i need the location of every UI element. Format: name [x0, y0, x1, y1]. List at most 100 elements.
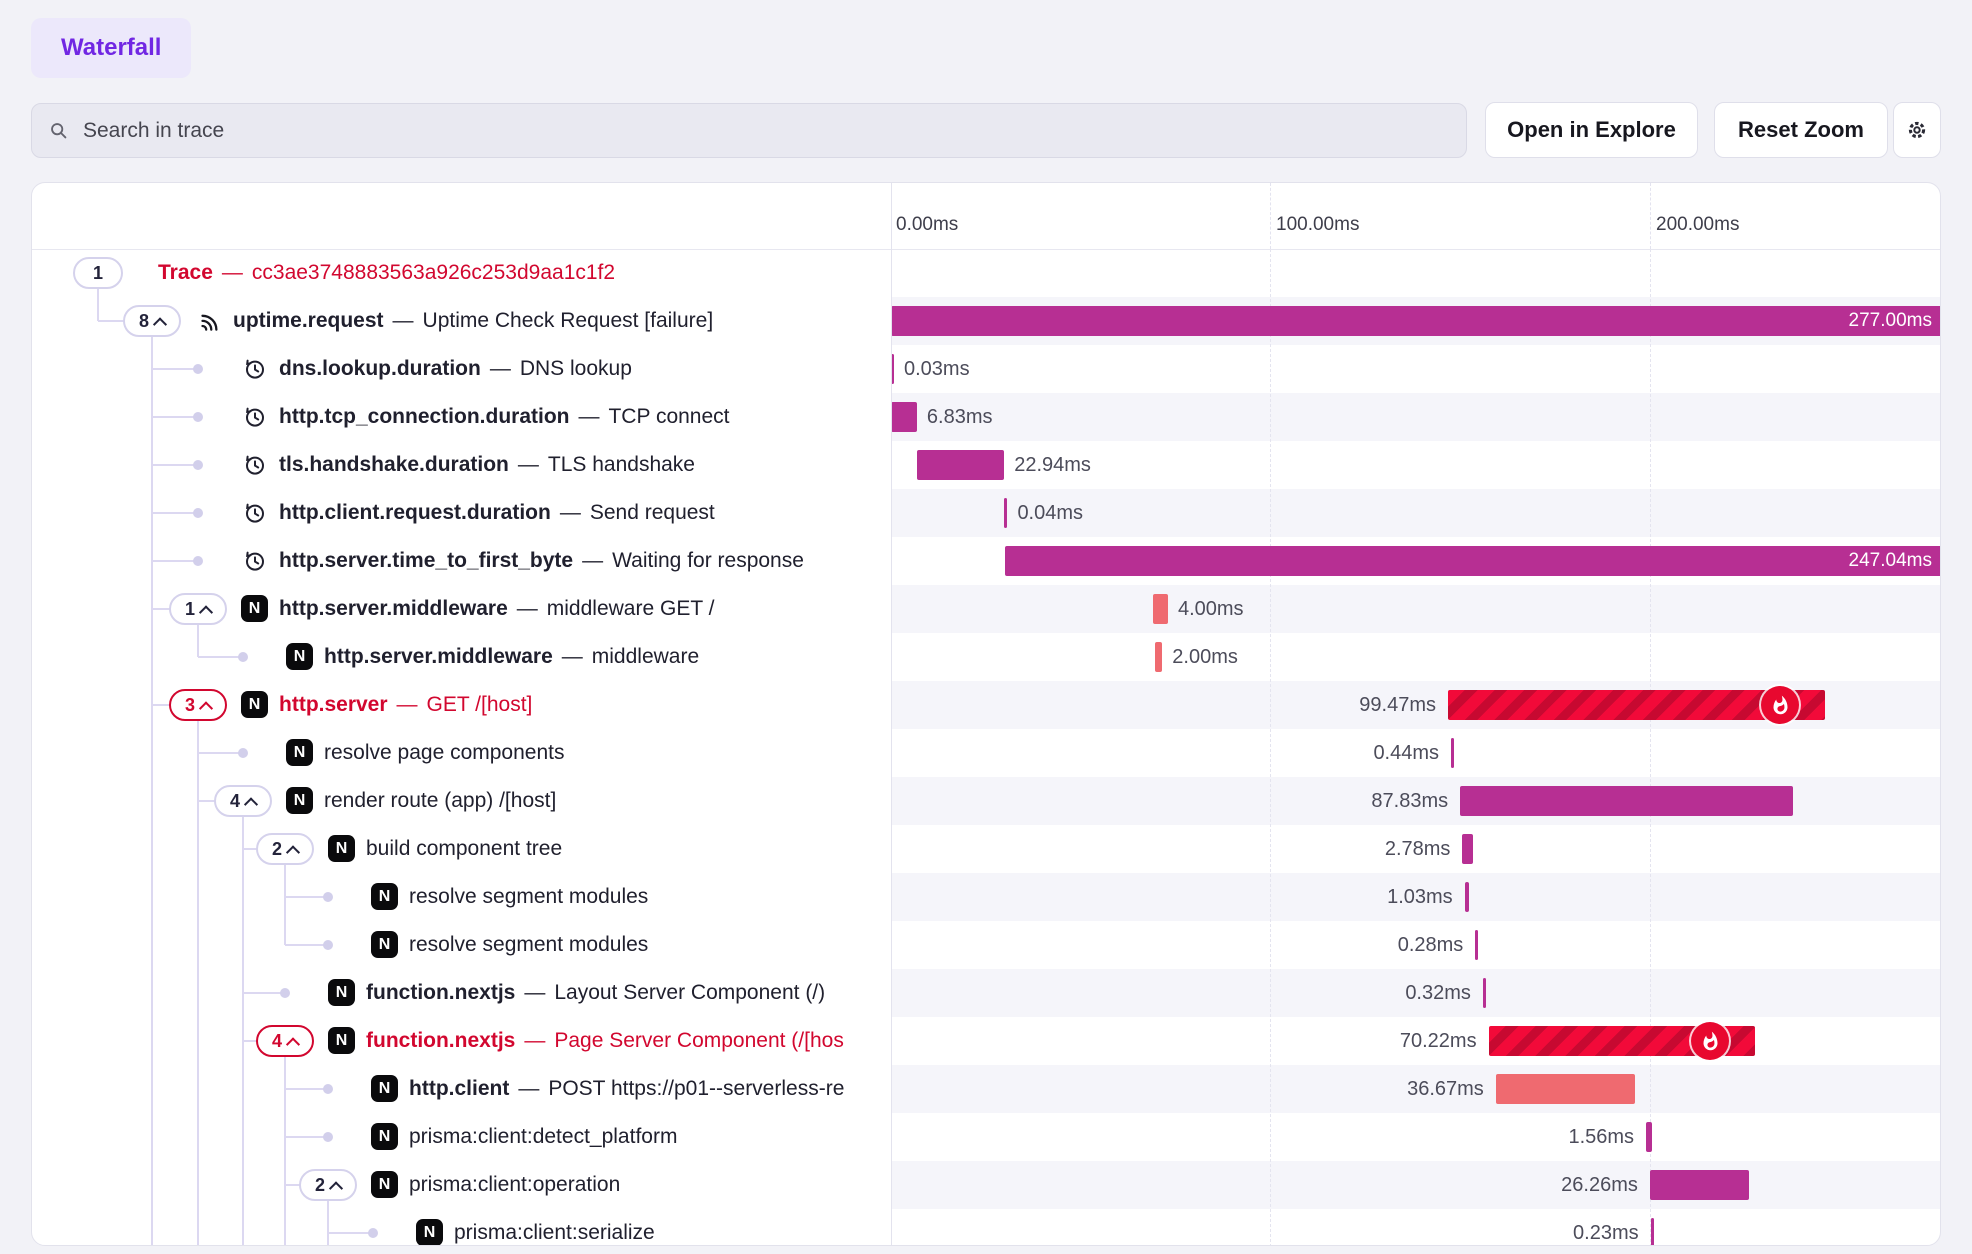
- span-bar[interactable]: [1004, 498, 1007, 528]
- span-bar[interactable]: [1155, 642, 1163, 672]
- span-row[interactable]: 4Nrender route (app) /[host] 87.83ms: [32, 777, 1940, 825]
- search-icon: [48, 120, 70, 142]
- tree-dot: [368, 1228, 378, 1238]
- span-row[interactable]: dns.lookup.duration—DNS lookup0.03ms: [32, 345, 1940, 393]
- span-name: prisma:client:detect_platform: [409, 1125, 677, 1149]
- span-label: resolve page components: [324, 729, 565, 777]
- search-input-container[interactable]: [31, 103, 1467, 158]
- span-row[interactable]: 8 uptime.request—Uptime Check Request [fa…: [32, 297, 1940, 345]
- span-row[interactable]: Nhttp.server.middleware—middleware2.00ms: [32, 633, 1940, 681]
- open-in-explore-button[interactable]: Open in Explore: [1485, 102, 1698, 158]
- span-row-label-cell: 4Nrender route (app) /[host]: [32, 777, 891, 825]
- tree-dot: [193, 364, 203, 374]
- expand-pill[interactable]: 2: [299, 1169, 357, 1201]
- span-bar[interactable]: 277.00ms: [891, 306, 1941, 336]
- span-description: middleware GET /: [547, 597, 715, 621]
- span-bar[interactable]: [1448, 690, 1825, 720]
- span-bar[interactable]: [1646, 1122, 1652, 1152]
- span-row[interactable]: Nresolve segment modules1.03ms: [32, 873, 1940, 921]
- span-bar[interactable]: [891, 402, 917, 432]
- reset-zoom-button[interactable]: Reset Zoom: [1714, 102, 1888, 158]
- span-row[interactable]: 2Nbuild component tree2.78ms: [32, 825, 1940, 873]
- span-row[interactable]: Nresolve page components0.44ms: [32, 729, 1940, 777]
- span-name: http.tcp_connection.duration: [279, 405, 569, 429]
- span-name: http.client: [409, 1077, 509, 1101]
- span-row[interactable]: 2Nprisma:client:operation26.26ms: [32, 1161, 1940, 1209]
- span-row[interactable]: Nprisma:client:serialize0.23ms: [32, 1209, 1940, 1246]
- span-label: render route (app) /[host]: [324, 777, 556, 825]
- span-row[interactable]: http.tcp_connection.duration—TCP connect…: [32, 393, 1940, 441]
- span-name: function.nextjs: [366, 981, 515, 1005]
- span-label: prisma:client:detect_platform: [409, 1113, 677, 1161]
- nextjs-icon: N: [241, 691, 268, 718]
- span-timeline-cell: 87.83ms: [891, 777, 1940, 825]
- span-label: function.nextjs—Layout Server Component …: [366, 969, 825, 1017]
- duration-label: 0.04ms: [1017, 489, 1083, 537]
- span-row[interactable]: http.client.request.duration—Send reques…: [32, 489, 1940, 537]
- span-row[interactable]: Nhttp.client—POST https://p01--serverles…: [32, 1065, 1940, 1113]
- span-bar[interactable]: [917, 450, 1004, 480]
- settings-button[interactable]: [1893, 102, 1941, 158]
- span-bar[interactable]: [1489, 1026, 1755, 1056]
- search-input[interactable]: [81, 118, 1385, 144]
- expand-pill[interactable]: 8: [123, 305, 181, 337]
- span-bar[interactable]: [1496, 1074, 1635, 1104]
- span-bar[interactable]: [1475, 930, 1478, 960]
- span-row-label-cell: Nhttp.client—POST https://p01--serverles…: [32, 1065, 891, 1113]
- span-description: GET /[host]: [427, 693, 533, 717]
- span-timeline-cell: 0.28ms: [891, 921, 1940, 969]
- span-bar[interactable]: [1462, 834, 1473, 864]
- span-row[interactable]: tls.handshake.duration—TLS handshake22.9…: [32, 441, 1940, 489]
- span-bar[interactable]: [1153, 594, 1168, 624]
- expand-pill[interactable]: 1: [169, 593, 227, 625]
- nextjs-icon: N: [371, 883, 398, 910]
- fire-icon: [1691, 1022, 1729, 1060]
- span-row[interactable]: 3Nhttp.server—GET /[host]99.47ms: [32, 681, 1940, 729]
- span-timeline-cell: 22.94ms: [891, 441, 1940, 489]
- span-row[interactable]: Nprisma:client:detect_platform1.56ms: [32, 1113, 1940, 1161]
- span-timeline-cell: 0.32ms: [891, 969, 1940, 1017]
- span-bar[interactable]: [1460, 786, 1793, 816]
- span-bar[interactable]: [1651, 1218, 1654, 1246]
- timeline-header: 0.00ms 100.00ms 200.00ms: [32, 183, 1940, 250]
- span-row-label-cell: 8 uptime.request—Uptime Check Request [fa…: [32, 297, 891, 345]
- expand-pill[interactable]: 2: [256, 833, 314, 865]
- span-timeline-cell: 36.67ms: [891, 1065, 1940, 1113]
- duration-label: 87.83ms: [1371, 777, 1448, 825]
- expand-pill[interactable]: 4: [256, 1025, 314, 1057]
- span-name: Trace: [158, 261, 213, 285]
- child-count: 3: [185, 695, 195, 716]
- duration-label: 2.78ms: [1385, 825, 1451, 873]
- span-label: function.nextjs—Page Server Component (/…: [366, 1017, 844, 1065]
- expand-pill[interactable]: 1: [73, 257, 123, 289]
- tab-waterfall[interactable]: Waterfall: [31, 18, 191, 78]
- span-row[interactable]: 1Nhttp.server.middleware—middleware GET …: [32, 585, 1940, 633]
- child-count: 2: [315, 1175, 325, 1196]
- span-label: uptime.request—Uptime Check Request [fai…: [233, 297, 713, 345]
- span-row[interactable]: Nresolve segment modules0.28ms: [32, 921, 1940, 969]
- expand-pill[interactable]: 4: [214, 785, 272, 817]
- span-timeline-cell: 2.00ms: [891, 633, 1940, 681]
- span-bar[interactable]: 247.04ms: [1005, 546, 1941, 576]
- span-row[interactable]: 1Trace—cc3ae3748883563a926c253d9aa1c1f2: [32, 249, 1940, 297]
- span-bar[interactable]: [1451, 738, 1454, 768]
- span-label: http.server.middleware—middleware: [324, 633, 699, 681]
- duration-label: 2.00ms: [1172, 633, 1238, 681]
- nextjs-icon: N: [286, 739, 313, 766]
- span-row[interactable]: http.server.time_to_first_byte—Waiting f…: [32, 537, 1940, 585]
- separator: —: [518, 453, 539, 477]
- span-row[interactable]: Nfunction.nextjs—Layout Server Component…: [32, 969, 1940, 1017]
- separator: —: [578, 405, 599, 429]
- tree-dot: [323, 940, 333, 950]
- span-bar[interactable]: [1483, 978, 1486, 1008]
- child-count: 8: [139, 311, 149, 332]
- expand-pill[interactable]: 3: [169, 689, 227, 721]
- span-row[interactable]: 4Nfunction.nextjs—Page Server Component …: [32, 1017, 1940, 1065]
- span-description: Waiting for response: [612, 549, 804, 573]
- duration-label: 247.04ms: [1849, 546, 1932, 576]
- span-bar[interactable]: [1465, 882, 1469, 912]
- span-description: Uptime Check Request [failure]: [423, 309, 714, 333]
- span-bar[interactable]: [1650, 1170, 1750, 1200]
- span-timeline-cell: 0.23ms: [891, 1209, 1940, 1246]
- separator: —: [393, 309, 414, 333]
